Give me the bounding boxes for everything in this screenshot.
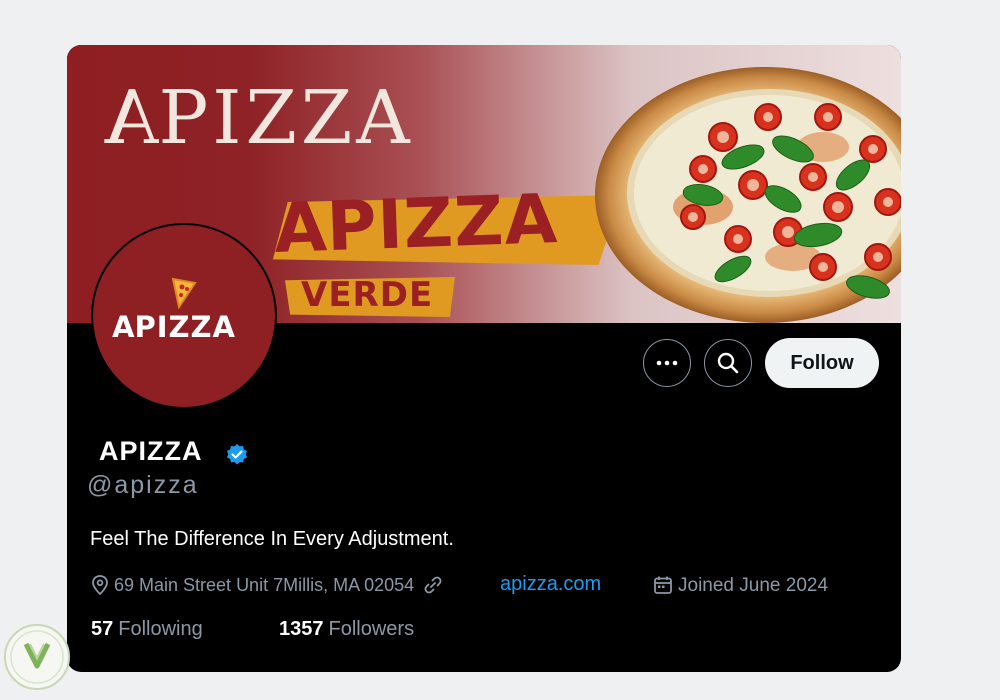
following-stat[interactable]: 57 Following: [91, 619, 203, 639]
profile-joined: Joined June 2024: [653, 575, 828, 595]
more-dots-icon: [656, 360, 678, 366]
avatar-logo-text: APIZZA: [111, 310, 236, 344]
followers-label: Followers: [328, 618, 415, 640]
more-options-button[interactable]: [643, 339, 691, 387]
profile-card: APIZZA APIZZA VERDE APIZZA Follow APIZZA…: [67, 45, 901, 672]
promo-title-mark: A: [271, 188, 329, 269]
profile-handle: @apizza: [87, 471, 199, 499]
following-label: Following: [118, 618, 203, 640]
verified-badge-icon: [227, 444, 247, 465]
location-text: 69 Main Street Unit 7Millis, MA 02054: [114, 575, 415, 595]
promo-subtitle: VERDE: [301, 275, 434, 315]
pizza-slice-icon: [171, 277, 197, 309]
watermark-emblem: [4, 624, 70, 690]
calendar-icon: [654, 576, 672, 594]
link-icon: [424, 576, 442, 594]
location-pin-icon: [92, 575, 108, 595]
followers-count: 1357: [279, 618, 324, 640]
avatar[interactable]: APIZZA: [91, 223, 277, 409]
avatar-logo: APIZZA: [93, 225, 275, 407]
avatar-logo-word: PIZZA: [134, 310, 236, 344]
avatar-logo-mark: A: [111, 310, 135, 344]
followers-stat[interactable]: 1357 Followers: [279, 619, 414, 639]
profile-location: 69 Main Street Unit 7Millis, MA 02054: [91, 575, 449, 595]
profile-name: APIZZA: [99, 436, 203, 466]
profile-website-link[interactable]: apizza.com: [500, 574, 601, 594]
banner-logo-mark: A: [101, 75, 159, 161]
search-profile-button[interactable]: [704, 339, 752, 387]
promo-title: APIZZA: [271, 180, 560, 269]
promo-title-text: PIZZA: [325, 180, 560, 268]
joined-text: Joined June 2024: [678, 574, 829, 596]
search-icon: [717, 352, 739, 374]
banner-logo-text: PIZZA: [158, 75, 414, 161]
following-count: 57: [91, 618, 114, 640]
banner-logo: APIZZA: [101, 75, 414, 161]
follow-button[interactable]: Follow: [765, 338, 879, 388]
profile-bio: Feel The Difference In Every Adjustment.: [90, 528, 454, 550]
pizza-image: [595, 67, 901, 323]
